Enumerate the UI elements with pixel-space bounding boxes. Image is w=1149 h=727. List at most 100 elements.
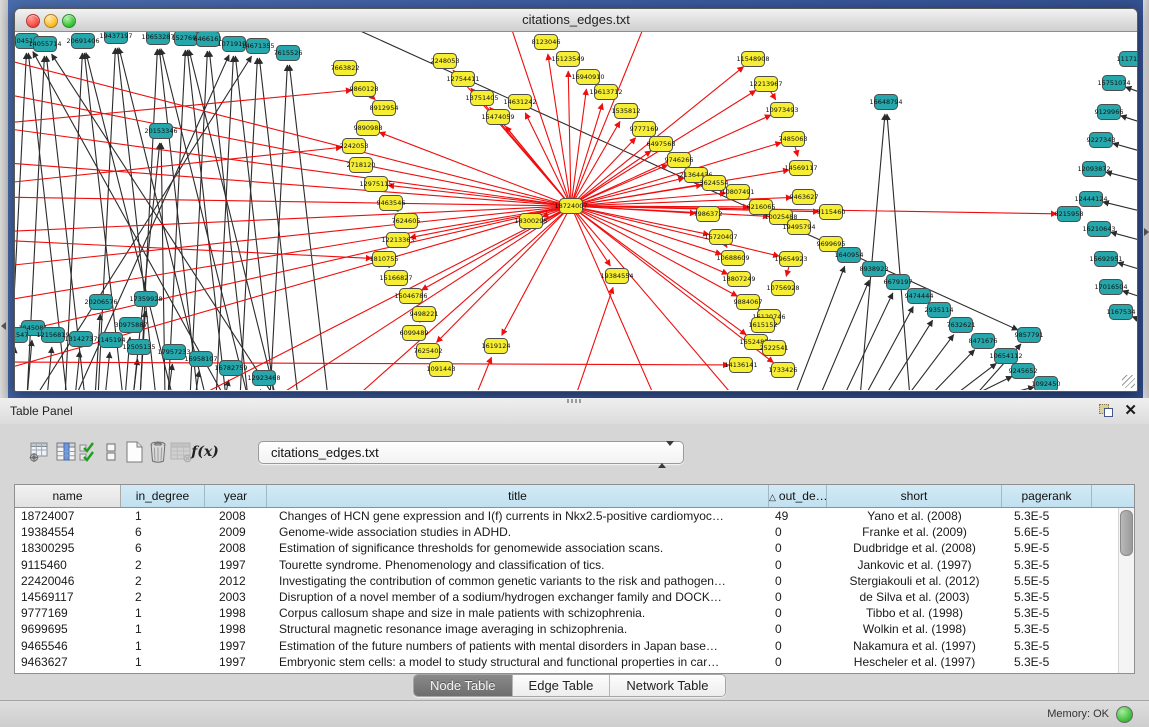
graph-node[interactable]: 8471676 [969, 334, 998, 349]
graph-node[interactable]: 9115460 [817, 205, 846, 220]
graph-node[interactable]: 8938923 [860, 262, 889, 277]
graph-node[interactable]: 16940910 [571, 70, 604, 85]
graph-node[interactable]: 10807491 [721, 185, 754, 200]
graph-node[interactable]: 9746266 [665, 153, 694, 168]
table-row[interactable]: 1830029562008Estimation of significance … [15, 540, 1134, 556]
table-row[interactable]: 911546021997Tourette syndrome. Phenomeno… [15, 557, 1134, 573]
graph-node[interactable]: 9463546 [377, 196, 406, 211]
graph-node[interactable]: 1733426 [769, 363, 798, 378]
graph-node[interactable]: 7615526 [274, 46, 303, 61]
graph-node[interactable]: 1145194 [97, 333, 126, 348]
graph-node[interactable]: 1619124 [482, 339, 511, 354]
table-selector-dropdown[interactable]: citations_edges.txt [258, 441, 684, 464]
graph-node[interactable]: 14136141 [724, 358, 757, 373]
graph-node[interactable]: 19384554 [600, 269, 633, 284]
graph-node[interactable]: 13142737 [64, 332, 97, 347]
graph-node[interactable]: 9227343 [1087, 133, 1116, 148]
graph-node[interactable]: 9129966 [1095, 105, 1124, 120]
table-row[interactable]: 946554611997Estimation of the future num… [15, 638, 1134, 654]
network-window-titlebar[interactable]: citations_edges.txt [15, 9, 1137, 32]
graph-node[interactable]: 2718120 [347, 158, 376, 173]
graph-node[interactable]: 15474059 [481, 110, 514, 125]
column-header-year[interactable]: year [205, 485, 267, 507]
graph-node[interactable]: 1535812 [612, 104, 641, 119]
graph-node[interactable]: 2935114 [925, 303, 954, 318]
table-scrollbar-thumb[interactable] [1120, 510, 1133, 556]
graph-node[interactable]: 19495794 [782, 220, 815, 235]
graph-node[interactable]: 1615152 [749, 318, 778, 333]
table-settings-icon[interactable] [26, 438, 52, 466]
graph-node[interactable]: 12505135 [122, 340, 155, 355]
right-splitter-strip[interactable] [1143, 0, 1149, 398]
column-header-title[interactable]: title [267, 485, 769, 507]
graph-node[interactable]: 19613712 [589, 85, 622, 100]
graph-node[interactable]: 20691406 [66, 34, 99, 49]
column-header-in_degree[interactable]: in_degree [121, 485, 205, 507]
graph-node[interactable]: 18724007 [554, 199, 587, 214]
graph-node[interactable]: 15046786 [394, 289, 427, 304]
graph-node[interactable]: 12923468 [247, 371, 280, 386]
function-builder-icon[interactable]: f(x) [192, 438, 218, 466]
graph-node[interactable]: 15166827 [379, 271, 412, 286]
graph-node[interactable]: 1117104 [1117, 52, 1137, 67]
graph-node[interactable]: 12093872 [1077, 162, 1110, 177]
float-panel-icon[interactable] [1099, 404, 1113, 417]
graph-node[interactable]: 391547 [15, 328, 28, 343]
graph-node[interactable]: 7986372 [694, 207, 723, 222]
graph-node[interactable]: 16648794 [869, 95, 902, 110]
graph-node[interactable]: 10654112 [989, 349, 1022, 364]
graph-node[interactable]: 13751405 [465, 91, 498, 106]
graph-node[interactable]: 12975115 [359, 177, 392, 192]
table-row[interactable]: 969969511998Structural magnetic resonanc… [15, 621, 1134, 637]
graph-node[interactable]: 18807249 [722, 272, 755, 287]
graph-node[interactable]: 9463627 [790, 190, 819, 205]
graph-node[interactable]: 7625402 [414, 344, 443, 359]
table-row[interactable]: 977716911998Corpus callosum shape and si… [15, 605, 1134, 621]
graph-node[interactable]: 9860128 [350, 82, 379, 97]
graph-node[interactable]: 9890988 [354, 121, 383, 136]
graph-node[interactable]: 15720407 [704, 230, 737, 245]
graph-node[interactable]: 6679197 [884, 275, 913, 290]
graph-node[interactable]: 8123046 [532, 35, 561, 50]
graph-node[interactable]: 14631242 [503, 95, 536, 110]
graph-node[interactable]: 1092450 [1032, 377, 1061, 391]
column-header-pagerank[interactable]: pagerank [1002, 485, 1092, 507]
network-canvas[interactable]: 1872400722480531275441113751405154740591… [15, 32, 1137, 390]
create-table-icon[interactable] [121, 438, 147, 466]
graph-node[interactable]: 12213967 [749, 77, 782, 92]
graph-node[interactable]: 2248053 [431, 54, 460, 69]
graph-node[interactable]: 9245652 [1009, 364, 1038, 379]
window-resize-grip[interactable] [1122, 375, 1135, 388]
graph-node[interactable]: 2522541 [760, 341, 789, 356]
graph-node[interactable]: 20153346 [144, 124, 177, 139]
graph-node[interactable]: 9884067 [734, 295, 763, 310]
graph-node[interactable]: 8215958 [1055, 207, 1084, 222]
collapse-left-arrow-icon[interactable] [1, 322, 6, 330]
graph-node[interactable]: 1640954 [835, 248, 864, 263]
graph-node[interactable]: 1810755 [370, 252, 399, 267]
graph-node[interactable]: 19654923 [774, 252, 807, 267]
tab-network-table[interactable]: Network Table [610, 675, 724, 696]
graph-node[interactable]: 1091443 [427, 362, 456, 377]
graph-node[interactable]: 14055714 [28, 37, 61, 52]
left-splitter-strip[interactable] [0, 0, 8, 398]
graph-node[interactable]: 7632621 [947, 318, 976, 333]
graph-node[interactable]: 15692951 [1089, 252, 1122, 267]
graph-node[interactable]: 16958107 [184, 352, 217, 367]
graph-node[interactable]: 12213363 [381, 233, 414, 248]
graph-node[interactable]: 17359928 [129, 292, 162, 307]
graph-node[interactable]: 10688609 [716, 251, 749, 266]
graph-node[interactable]: 18300295 [514, 214, 547, 229]
graph-node[interactable]: 9498221 [410, 307, 439, 322]
graph-node[interactable]: 6099489 [400, 326, 429, 341]
graph-node[interactable]: 12754411 [446, 72, 479, 87]
graph-node[interactable]: 20206576 [84, 295, 117, 310]
graph-node[interactable]: 8912954 [370, 101, 399, 116]
graph-node[interactable]: 17016504 [1094, 280, 1127, 295]
panel-resize-handle[interactable] [567, 399, 583, 403]
graph-node[interactable]: 30975887 [114, 318, 147, 333]
graph-node[interactable]: 2242053 [340, 139, 369, 154]
graph-node[interactable]: 7663822 [331, 61, 360, 76]
graph-node[interactable]: 9857791 [1015, 328, 1044, 343]
graph-node[interactable]: 6497568 [647, 137, 676, 152]
